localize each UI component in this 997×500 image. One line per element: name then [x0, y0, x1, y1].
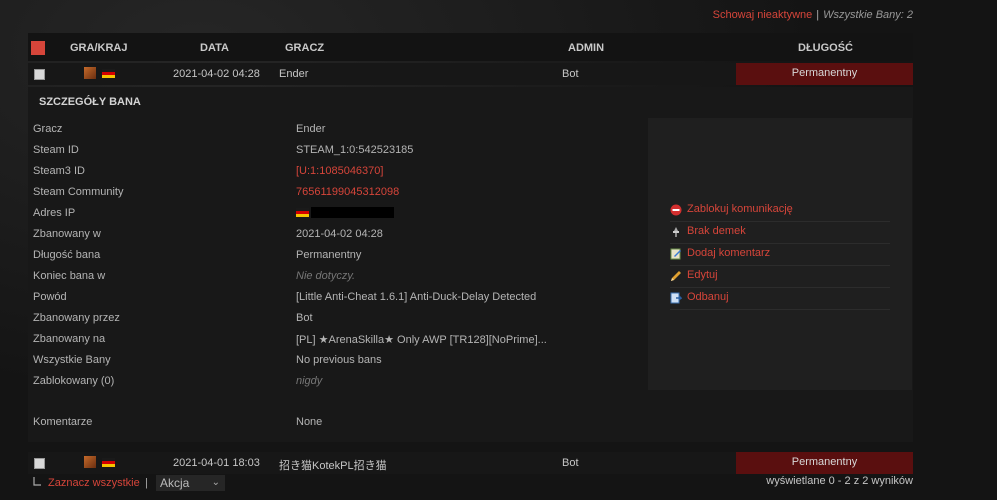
detail-value-all-bans: No previous bans: [296, 354, 382, 366]
row-admin: Bot: [562, 68, 579, 80]
flag-de-icon: [102, 458, 115, 467]
header-length: DŁUGOŚĆ: [798, 42, 853, 54]
footer-separator: |: [145, 477, 148, 489]
detail-label-steam3id: Steam3 ID: [33, 165, 85, 177]
block-icon: [670, 204, 682, 216]
detail-value-blocked: nigdy: [296, 375, 323, 387]
detail-value-reason: [Little Anti-Cheat 1.6.1] Anti-Duck-Dela…: [296, 291, 537, 303]
detail-value-comments: None: [296, 416, 323, 428]
no-demos-action[interactable]: Brak demek: [670, 222, 890, 244]
detail-label-ip: Adres IP: [33, 207, 76, 219]
detail-value-ends: Nie dotyczy.: [296, 270, 356, 282]
unban-icon: [670, 292, 682, 304]
table-header: GRA/KRAJ DATA GRACZ ADMIN DŁUGOŚĆ: [28, 33, 913, 61]
detail-label-banned-by: Zbanowany przez: [33, 312, 120, 324]
bans-table: Schowaj nieaktywne | Wszystkie Bany: 2 GRA…: [28, 0, 913, 500]
detail-label-banned-at: Zbanowany w: [33, 228, 101, 240]
game-icon: [84, 67, 96, 79]
chevron-down-icon: ⌄: [211, 477, 220, 488]
details-title: SZCZEGÓŁY BANA: [39, 96, 141, 108]
detail-label-length: Długość bana: [33, 249, 101, 261]
row-admin: Bot: [562, 457, 579, 469]
detail-label-comments: Komentarze: [33, 416, 93, 428]
row-date: 2021-04-01 18:03: [173, 457, 260, 469]
comment-icon: [670, 248, 681, 260]
detail-value-community[interactable]: 76561199045312098: [296, 186, 399, 198]
unban-action[interactable]: Odbanuj: [670, 288, 890, 310]
top-separator: |: [816, 9, 820, 21]
select-all-checkbox[interactable]: [31, 41, 45, 55]
detail-label-reason: Powód: [33, 291, 67, 303]
row-checkbox[interactable]: [34, 458, 45, 469]
detail-value-steamid: STEAM_1:0:542523185: [296, 144, 414, 156]
detail-label-all-bans: Wszystkie Bany: [33, 354, 111, 366]
hide-inactive-link[interactable]: Schowaj nieaktywne: [713, 9, 813, 21]
select-all-link[interactable]: Zaznacz wszystkie: [48, 477, 140, 489]
header-player: GRACZ: [285, 42, 325, 54]
detail-label-server: Zbanowany na: [33, 333, 106, 345]
action-select-value: Akcja: [160, 476, 190, 490]
detail-label-blocked: Zablokowany (0): [33, 375, 115, 387]
detail-value-server: [PL] ★ArenaSkilla★ Only AWP [TR128][NoPr…: [296, 334, 547, 346]
action-label: Dodaj komentarz: [687, 247, 771, 259]
block-communication-action[interactable]: Zablokuj komunikację: [670, 200, 890, 222]
action-label: Brak demek: [687, 225, 746, 237]
all-bans-count: Wszystkie Bany: 2: [823, 9, 913, 21]
detail-value-length: Permanentny: [296, 249, 362, 261]
row-date: 2021-04-02 04:28: [173, 68, 260, 80]
detail-value-banned-at: 2021-04-02 04:28: [296, 228, 383, 240]
header-admin: ADMIN: [568, 42, 605, 54]
add-comment-action[interactable]: Dodaj komentarz: [670, 244, 890, 266]
demo-icon: [673, 227, 679, 237]
ban-details: SZCZEGÓŁY BANA Gracz Ender Steam ID STEA…: [28, 87, 913, 442]
table-row[interactable]: 2021-04-02 04:28 Ender Bot Permanentny: [28, 63, 913, 85]
row-length-badge: Permanentny: [736, 63, 913, 85]
table-row[interactable]: 2021-04-01 18:03 招き猫KotekPL招き猫 Bot Perma…: [28, 452, 913, 474]
detail-label-community: Steam Community: [33, 186, 124, 198]
flag-de-icon: [102, 69, 115, 78]
results-count: wyświetlane 0 - 2 z 2 wyników: [766, 475, 913, 487]
action-label: Odbanuj: [687, 291, 729, 303]
detail-label-steamid: Steam ID: [33, 144, 79, 156]
detail-value-player: Ender: [296, 123, 326, 135]
flag-de-icon: [296, 207, 309, 217]
detail-value-ip: [296, 206, 394, 218]
table-footer: Zaznacz wszystkie | Akcja ⌄ wyświetlane …: [28, 475, 913, 495]
header-game-country: GRA/KRAJ: [70, 42, 128, 54]
row-player: Ender: [279, 68, 309, 80]
edit-action[interactable]: Edytuj: [670, 266, 890, 288]
action-label: Edytuj: [687, 269, 718, 281]
game-icon: [84, 456, 96, 468]
detail-label-ends: Koniec bana w: [33, 270, 106, 282]
row-checkbox[interactable]: [34, 69, 45, 80]
top-links: Schowaj nieaktywne | Wszystkie Bany: 2: [713, 9, 913, 21]
header-date: DATA: [200, 42, 229, 54]
edit-icon: [671, 271, 681, 281]
action-label: Zablokuj komunikację: [687, 203, 793, 215]
actions-panel: Zablokuj komunikację Brak demek Dodaj ko…: [648, 118, 912, 390]
row-length-badge: Permanentny: [736, 452, 913, 474]
detail-label-player: Gracz: [33, 123, 63, 135]
ip-redacted: [311, 206, 394, 218]
detail-value-banned-by: Bot: [296, 312, 313, 324]
row-player: 招き猫KotekPL招き猫: [279, 460, 387, 472]
detail-value-steam3id[interactable]: [U:1:1085046370]: [296, 165, 383, 177]
action-select[interactable]: Akcja ⌄: [156, 475, 225, 491]
corner-arrow-icon: [33, 477, 41, 486]
